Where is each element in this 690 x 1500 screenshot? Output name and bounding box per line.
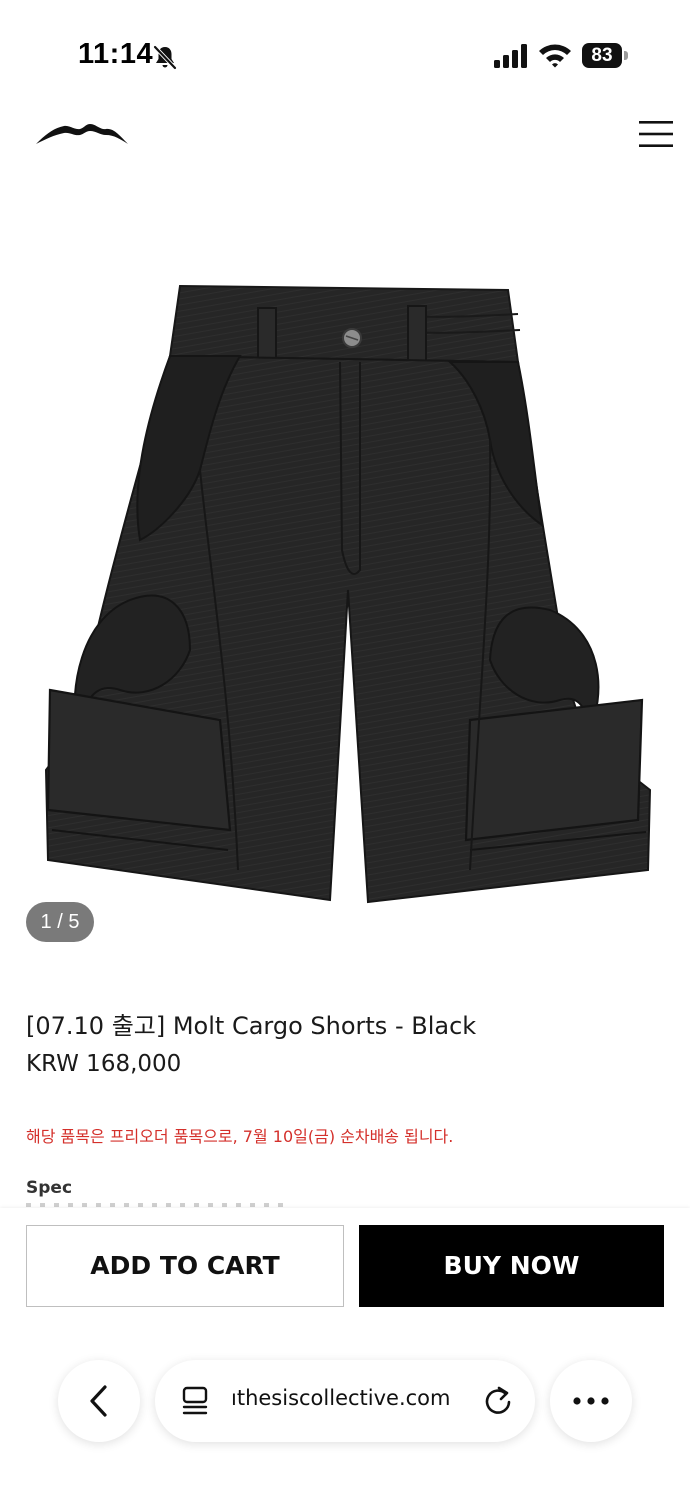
cellular-signal-icon [494, 44, 527, 68]
bell-slash-icon [153, 45, 177, 70]
spec-text-cutoff [26, 1203, 286, 1207]
brand-logo-icon[interactable] [34, 118, 130, 150]
browser-back-button[interactable] [58, 1360, 140, 1442]
add-to-cart-button[interactable]: ADD TO CART [26, 1225, 344, 1307]
status-time: 11:14 [78, 38, 154, 70]
more-dots-icon [573, 1397, 609, 1405]
battery-icon: 83 [582, 43, 622, 68]
reload-icon[interactable] [482, 1384, 514, 1416]
wifi-icon [539, 44, 571, 68]
product-page: 11:14 83 1 / 5 [07.10 출고] Molt Cargo Sho… [0, 0, 690, 1500]
preorder-notice: 해당 품목은 프리오더 품목으로, 7월 10일(금) 순차배송 됩니다. [26, 1127, 454, 1146]
status-bar: 11:14 83 [0, 0, 690, 110]
buy-now-button[interactable]: BUY NOW [359, 1225, 664, 1307]
spec-label: Spec [26, 1178, 73, 1198]
product-title: [07.10 출고] Molt Cargo Shorts - Black [26, 1012, 477, 1040]
product-price: KRW 168,000 [26, 1051, 182, 1077]
battery-tip [624, 51, 628, 60]
address-bar[interactable]: ıthesiscollective.com [155, 1360, 535, 1442]
image-counter: 1 / 5 [26, 902, 94, 942]
page-menu-icon[interactable] [181, 1386, 209, 1416]
product-image-cargo-shorts[interactable] [30, 270, 660, 920]
back-chevron-icon [90, 1385, 107, 1417]
url-text[interactable]: ıthesiscollective.com [231, 1386, 451, 1410]
browser-more-button[interactable] [550, 1360, 632, 1442]
hamburger-menu-icon[interactable] [638, 118, 674, 150]
